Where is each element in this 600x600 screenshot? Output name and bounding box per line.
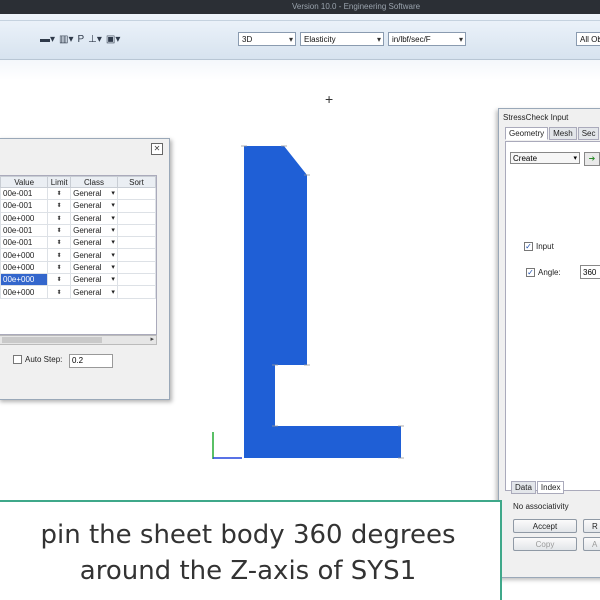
row-value-selected[interactable]: 00e+000 [0, 273, 49, 287]
row-class[interactable]: General [70, 186, 118, 201]
input-option: ✓ Input [524, 242, 554, 251]
row-class[interactable]: General [70, 199, 118, 213]
row-sort[interactable] [116, 285, 157, 299]
angle-input[interactable]: 360 [580, 265, 600, 279]
input-checkbox[interactable]: ✓ [524, 242, 533, 251]
row-value[interactable]: 00e-001 [0, 236, 49, 250]
spinner-icon[interactable]: ⬍ [47, 285, 72, 299]
row-class[interactable]: General [70, 260, 118, 275]
row-sort[interactable] [116, 273, 157, 287]
column-header-limit[interactable]: Limit [47, 176, 72, 188]
row-sort[interactable] [116, 260, 157, 275]
angle-label: Angle: [538, 268, 561, 277]
row-value[interactable]: 00e+000 [0, 211, 49, 225]
column-header-class[interactable]: Class [70, 176, 118, 188]
column-header-sort[interactable]: Sort [116, 176, 157, 188]
tab-bar: Geometry Mesh Sec [505, 127, 600, 140]
apply-button[interactable]: A [583, 537, 600, 551]
row-sort[interactable] [116, 211, 157, 225]
spinner-icon[interactable]: ⬍ [47, 260, 72, 275]
angle-checkbox[interactable]: ✓ [526, 268, 535, 277]
table-row[interactable]: 00e+000 ⬍ General [0, 273, 157, 287]
tab-geometry[interactable]: Geometry [505, 127, 549, 140]
row-class[interactable]: General [70, 248, 118, 262]
tab-index[interactable]: Index [536, 481, 565, 494]
tutorial-caption: pin the sheet body 360 degrees around th… [0, 500, 502, 600]
row-value[interactable]: 00e-001 [0, 186, 49, 201]
table-row[interactable]: 00e-001 ⬍ General [0, 199, 157, 213]
auto-step-option: Auto Step: [13, 355, 62, 364]
spinner-icon[interactable]: ⬍ [47, 248, 72, 262]
spinner-icon[interactable]: ⬍ [47, 273, 72, 287]
row-value[interactable]: 00e-001 [0, 199, 49, 213]
tab-section[interactable]: Sec [577, 127, 600, 140]
spinner-icon[interactable]: ⬍ [47, 199, 72, 213]
stresscheck-input-dialog: StressCheck Input Geometry Mesh Sec Crea… [498, 108, 600, 578]
row-sort[interactable] [116, 236, 157, 250]
row-class[interactable]: General [70, 223, 118, 238]
reset-button[interactable]: R [583, 519, 600, 533]
auto-step-label: Auto Step: [25, 355, 63, 364]
parameters-dialog: ✕ Value Limit Class Sort 00e-001 ⬍ General… [0, 138, 170, 400]
bottom-tab-bar: Data Index [511, 481, 565, 494]
parameters-table: Value Limit Class Sort 00e-001⬍General 0… [0, 175, 157, 335]
row-class[interactable]: General [70, 285, 118, 299]
action-select[interactable]: Create [510, 152, 580, 165]
caption-line-2: around the Z-axis of SYS1 [79, 556, 417, 586]
table-row[interactable]: 00e-001 ⬍ General [0, 236, 157, 250]
column-header-value[interactable]: Value [0, 176, 49, 188]
row-sort[interactable] [116, 186, 157, 201]
table-row[interactable]: 00e-001 ⬍ General [0, 186, 157, 201]
spinner-icon[interactable]: ⬍ [47, 236, 72, 250]
row-value[interactable]: 00e+000 [0, 260, 49, 275]
row-sort[interactable] [116, 223, 157, 238]
row-class[interactable]: General [70, 273, 118, 287]
auto-step-checkbox[interactable] [13, 355, 22, 364]
sheet-body-shape[interactable] [244, 146, 401, 458]
table-row[interactable]: 00e-001 ⬍ General [0, 223, 157, 238]
spinner-icon[interactable]: ⬍ [47, 186, 72, 201]
tab-data[interactable]: Data [511, 481, 536, 494]
horizontal-scrollbar[interactable]: ▸ [0, 335, 157, 345]
row-value[interactable]: 00e+000 [0, 285, 49, 299]
copy-button[interactable]: Copy [513, 537, 577, 551]
row-value[interactable]: 00e+000 [0, 248, 49, 262]
input-label: Input [536, 242, 554, 251]
geometry-panel: Create ➔ ✓ Input ✓ Angle: 360 [505, 141, 600, 491]
spinner-icon[interactable]: ⬍ [47, 223, 72, 238]
row-value[interactable]: 00e-001 [0, 223, 49, 238]
row-sort[interactable] [116, 199, 157, 213]
row-class[interactable]: General [70, 211, 118, 225]
tab-mesh[interactable]: Mesh [549, 127, 577, 140]
close-icon[interactable]: ✕ [151, 143, 163, 155]
angle-option: ✓ Angle: [526, 268, 561, 277]
scrollbar-thumb[interactable] [2, 337, 102, 343]
go-icon[interactable]: ➔ [584, 152, 600, 166]
scroll-right-icon[interactable]: ▸ [150, 335, 154, 343]
auto-step-input[interactable]: 0.2 [69, 354, 113, 368]
row-sort[interactable] [116, 248, 157, 262]
spinner-icon[interactable]: ⬍ [47, 211, 72, 225]
table-row[interactable]: 00e+000 ⬍ General [0, 285, 157, 299]
table-row[interactable]: 00e+000 ⬍ General [0, 248, 157, 262]
table-row[interactable]: 00e+000 ⬍ General [0, 260, 157, 275]
table-row[interactable]: 00e+000 ⬍ General [0, 211, 157, 225]
associativity-status: No associativity [513, 502, 569, 511]
dialog-title: StressCheck Input [503, 113, 569, 122]
accept-button[interactable]: Accept [513, 519, 577, 533]
caption-line-1: pin the sheet body 360 degrees [40, 520, 456, 550]
row-class[interactable]: General [70, 236, 118, 250]
